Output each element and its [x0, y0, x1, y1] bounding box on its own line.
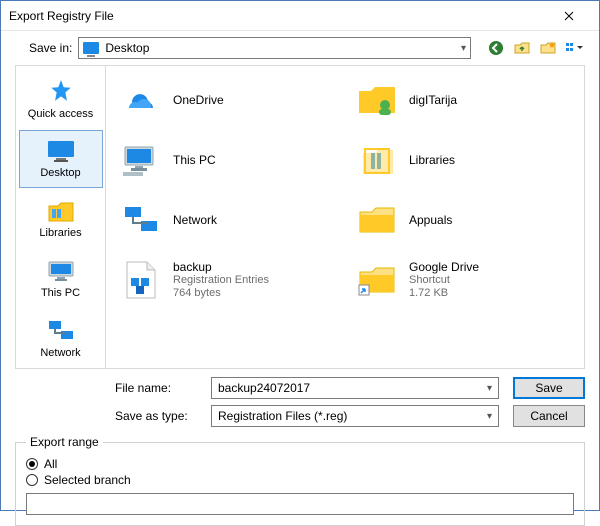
radio-icon: [26, 474, 38, 486]
file-name-row: File name: backup24072017 ▾ Save: [15, 377, 585, 399]
views-icon: [565, 40, 583, 56]
item-name: backup: [173, 260, 269, 274]
place-this-pc[interactable]: This PC: [19, 250, 103, 308]
close-button[interactable]: [546, 1, 591, 31]
this-pc-icon: [46, 259, 76, 283]
item-network[interactable]: Network: [116, 196, 340, 244]
place-network[interactable]: Network: [19, 310, 103, 368]
place-label: This PC: [41, 287, 80, 299]
reg-file-icon: [123, 260, 159, 300]
export-range-legend: Export range: [26, 435, 103, 449]
content-area: Quick access Desktop Libraries This PC N…: [1, 65, 599, 373]
chevron-down-icon: ▾: [461, 43, 466, 54]
export-all-label: All: [44, 457, 57, 471]
this-pc-icon: [121, 143, 161, 177]
file-name-value: backup24072017: [218, 381, 487, 395]
export-selected-option[interactable]: Selected branch: [26, 473, 574, 487]
views-button[interactable]: [563, 37, 585, 59]
item-type: Shortcut: [409, 274, 479, 287]
desktop-icon: [46, 139, 76, 163]
selected-branch-input[interactable]: [26, 493, 574, 515]
network-icon: [121, 203, 161, 237]
item-name: OneDrive: [173, 93, 224, 107]
item-type: Registration Entries: [173, 274, 269, 287]
desktop-icon: [83, 42, 99, 54]
export-registry-dialog: Export Registry File Save in: Desktop ▾: [0, 0, 600, 511]
place-label: Desktop: [40, 167, 80, 179]
file-name-label: File name:: [15, 381, 205, 395]
user-folder-icon: [357, 83, 397, 117]
form-area: File name: backup24072017 ▾ Save Save as…: [1, 373, 599, 433]
folder-shortcut-icon: [357, 263, 397, 297]
save-button[interactable]: Save: [513, 377, 585, 399]
item-name: Appuals: [409, 213, 452, 227]
save-type-label: Save as type:: [15, 409, 205, 423]
place-desktop[interactable]: Desktop: [19, 130, 103, 188]
item-name: Network: [173, 213, 217, 227]
place-label: Libraries: [39, 227, 81, 239]
onedrive-icon: [121, 86, 161, 114]
up-one-level-button[interactable]: [511, 37, 533, 59]
save-in-row: Save in: Desktop ▾: [1, 31, 599, 65]
item-libraries[interactable]: Libraries: [352, 136, 576, 184]
new-folder-button[interactable]: [537, 37, 559, 59]
place-label: Quick access: [28, 108, 93, 120]
place-label: Network: [40, 347, 80, 359]
item-name: digITarija: [409, 93, 457, 107]
item-digitarija[interactable]: digITarija: [352, 76, 576, 124]
window-title: Export Registry File: [9, 9, 546, 23]
close-icon: [564, 11, 574, 21]
folder-up-icon: [514, 40, 530, 56]
places-bar: Quick access Desktop Libraries This PC N…: [15, 65, 105, 369]
item-onedrive[interactable]: OneDrive: [116, 76, 340, 124]
file-name-input[interactable]: backup24072017 ▾: [211, 377, 499, 399]
back-button[interactable]: [485, 37, 507, 59]
libraries-icon: [47, 199, 75, 223]
save-type-value: Registration Files (*.reg): [218, 409, 487, 423]
item-name: This PC: [173, 153, 216, 167]
star-icon: [48, 78, 74, 104]
chevron-down-icon: ▾: [487, 383, 492, 394]
new-folder-icon: [540, 40, 556, 56]
item-name: Google Drive: [409, 260, 479, 274]
save-in-combo[interactable]: Desktop ▾: [78, 37, 471, 59]
file-grid: OneDrive digITarija This PC Libraries Ne: [116, 76, 576, 304]
folder-icon: [357, 203, 397, 237]
item-size: 764 bytes: [173, 287, 269, 300]
place-libraries[interactable]: Libraries: [19, 190, 103, 248]
save-type-combo[interactable]: Registration Files (*.reg) ▾: [211, 405, 499, 427]
item-size: 1.72 KB: [409, 287, 479, 300]
radio-icon: [26, 458, 38, 470]
network-icon: [46, 319, 76, 343]
save-in-label: Save in:: [29, 41, 72, 55]
item-google-drive[interactable]: Google Drive Shortcut 1.72 KB: [352, 256, 576, 304]
chevron-down-icon: ▾: [487, 411, 492, 422]
nav-toolbar: [485, 37, 585, 59]
back-icon: [488, 40, 504, 56]
item-appuals[interactable]: Appuals: [352, 196, 576, 244]
item-this-pc[interactable]: This PC: [116, 136, 340, 184]
libraries-icon: [357, 143, 397, 177]
file-list-pane[interactable]: OneDrive digITarija This PC Libraries Ne: [105, 65, 585, 369]
export-all-option[interactable]: All: [26, 457, 574, 471]
save-type-row: Save as type: Registration Files (*.reg)…: [15, 405, 585, 427]
titlebar: Export Registry File: [1, 1, 599, 31]
cancel-button[interactable]: Cancel: [513, 405, 585, 427]
export-range-group: Export range All Selected branch: [15, 435, 585, 526]
save-in-value: Desktop: [105, 41, 455, 55]
item-backup-reg[interactable]: backup Registration Entries 764 bytes: [116, 256, 340, 304]
place-quick-access[interactable]: Quick access: [19, 70, 103, 128]
item-name: Libraries: [409, 153, 455, 167]
export-selected-label: Selected branch: [44, 473, 131, 487]
